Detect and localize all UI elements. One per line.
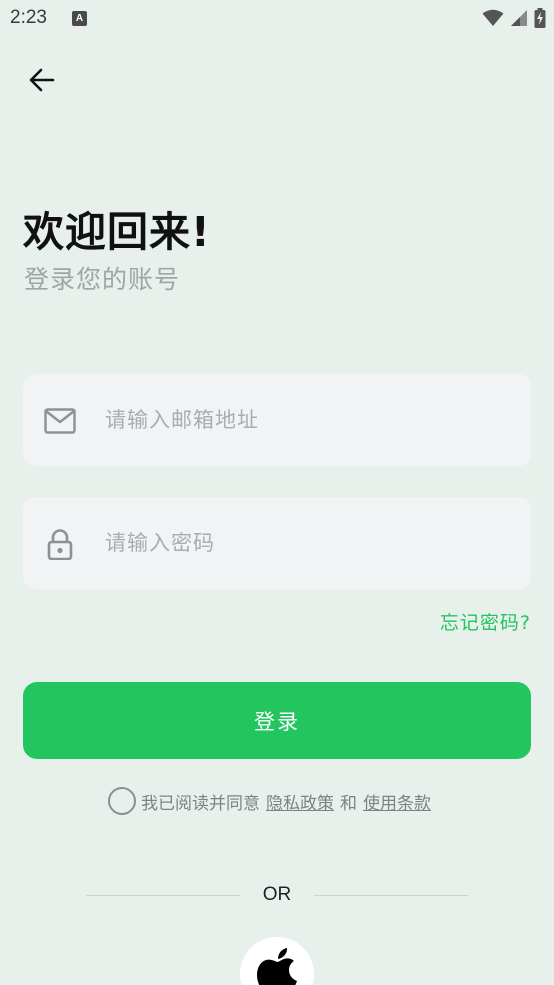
divider-line-left xyxy=(86,895,240,896)
status-indicators xyxy=(482,8,546,28)
agreement-checkbox[interactable] xyxy=(108,787,136,815)
status-time: 2:23 xyxy=(10,7,47,28)
password-field[interactable] xyxy=(23,497,531,589)
divider-line-right xyxy=(314,895,468,896)
page-subtitle: 登录您的账号 xyxy=(24,265,181,294)
apple-signin-button[interactable] xyxy=(240,937,314,985)
login-button[interactable]: 登录 xyxy=(23,682,531,759)
divider-label: OR xyxy=(262,884,292,905)
notification-icon: A xyxy=(72,11,87,26)
email-input[interactable] xyxy=(105,374,505,466)
agreement-row: 我已阅读并同意 隐私政策 和 使用条款 xyxy=(108,786,431,816)
terms-of-use-link[interactable]: 使用条款 xyxy=(363,789,431,814)
status-bar: 2:23 A xyxy=(0,0,554,38)
password-input[interactable] xyxy=(105,497,505,589)
login-screen: 2:23 A 欢迎回来! 登录您的账号 请输入邮箱地址 忘记密码? 登录 我已阅… xyxy=(0,0,554,985)
email-field[interactable] xyxy=(23,374,531,466)
arrow-left-icon xyxy=(29,68,55,92)
mail-icon xyxy=(44,408,76,434)
wifi-icon xyxy=(482,9,504,26)
agreement-conjunction: 和 xyxy=(340,793,357,814)
signal-icon xyxy=(511,10,527,26)
forgot-password-link[interactable]: 忘记密码? xyxy=(440,608,531,635)
battery-icon xyxy=(534,8,546,28)
back-button[interactable] xyxy=(22,60,62,100)
apple-icon xyxy=(257,948,297,985)
lock-icon xyxy=(47,529,73,560)
page-title: 欢迎回来! xyxy=(23,208,211,256)
privacy-policy-link[interactable]: 隐私政策 xyxy=(266,789,334,814)
agreement-text: 我已阅读并同意 xyxy=(141,793,260,814)
